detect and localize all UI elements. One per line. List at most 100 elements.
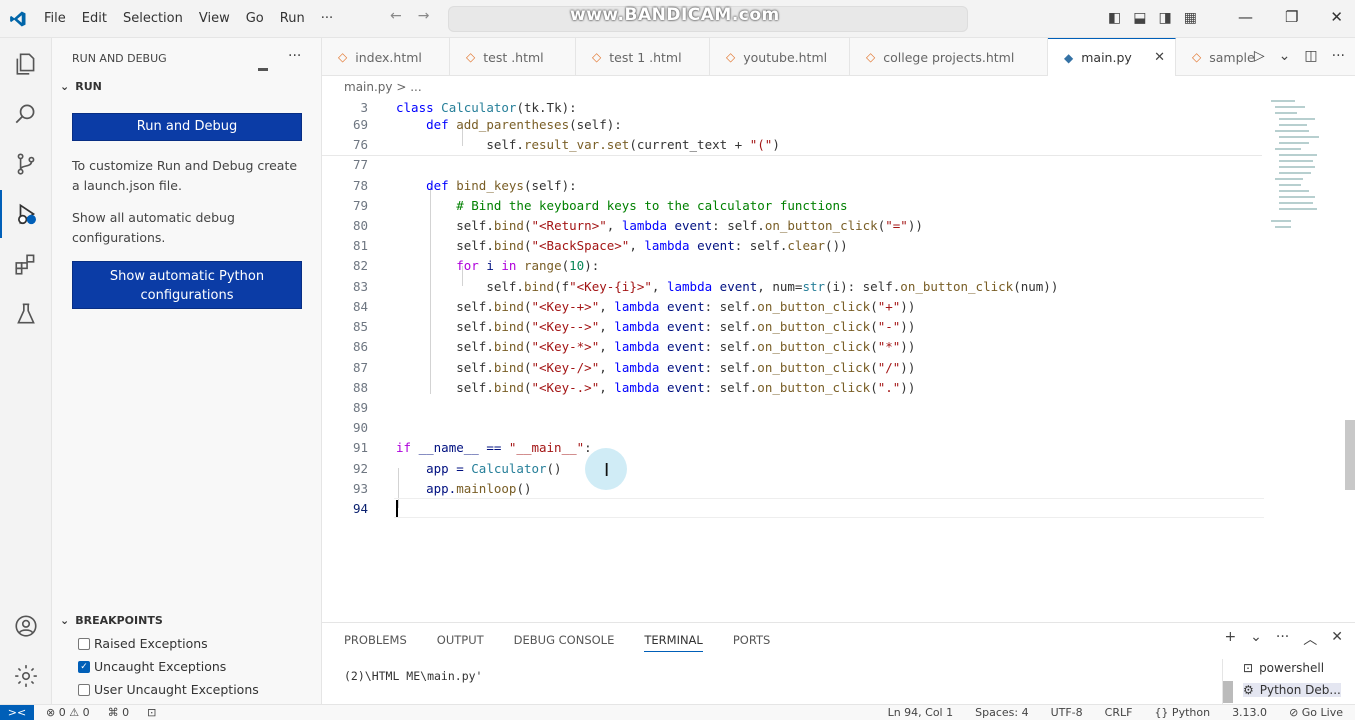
- code-line[interactable]: 82 for i in range(10):: [322, 256, 599, 276]
- tab-index-html[interactable]: ◇ index.html: [322, 38, 450, 76]
- code-line[interactable]: 91 if __name__ == "__main__":: [322, 438, 592, 458]
- code-line[interactable]: 77: [322, 155, 396, 175]
- run-and-debug-icon[interactable]: [0, 190, 52, 238]
- code-line[interactable]: 76 self.result_var.set(current_text + "(…: [322, 135, 780, 155]
- breakpoint-uncaught-exceptions[interactable]: ✓ Uncaught Exceptions: [78, 659, 226, 674]
- line-ending[interactable]: CRLF: [1105, 706, 1133, 719]
- panel-tab-ports[interactable]: PORTS: [733, 633, 770, 652]
- more-actions-icon[interactable]: ···: [1332, 48, 1345, 64]
- code-line[interactable]: 84 self.bind("<Key-+>", lambda event: se…: [322, 297, 915, 317]
- new-terminal-icon[interactable]: +: [1224, 629, 1236, 649]
- customize-layout-icon[interactable]: ▦: [1184, 10, 1197, 26]
- code-line[interactable]: 93 app.mainloop(): [322, 479, 532, 499]
- source-control-icon[interactable]: [0, 140, 52, 188]
- close-tab-icon[interactable]: ✕: [1154, 50, 1165, 65]
- menu-run[interactable]: Run: [272, 11, 313, 26]
- forward-arrow-icon[interactable]: →: [418, 8, 430, 24]
- minimize-icon[interactable]: —: [1238, 8, 1253, 26]
- toggle-secondary-sidebar-icon[interactable]: ◨: [1158, 10, 1171, 26]
- code-line[interactable]: 92 app = Calculator(): [322, 459, 562, 479]
- tab-youtube-html[interactable]: ◇ youtube.html: [710, 38, 850, 76]
- chevron-down-icon[interactable]: ⌄: [1279, 48, 1291, 64]
- breakpoint-user-uncaught-exceptions[interactable]: User Uncaught Exceptions: [78, 682, 259, 697]
- panel-tab-problems[interactable]: PROBLEMS: [344, 633, 407, 652]
- restore-icon[interactable]: ❐: [1285, 8, 1298, 26]
- problems-count[interactable]: ⊗ 0 ⚠ 0: [46, 706, 90, 719]
- split-editor-icon[interactable]: ◫: [1304, 48, 1317, 64]
- terminal-list-scrollbar[interactable]: [1223, 681, 1233, 703]
- tab-sample[interactable]: ◇ sample: [1176, 38, 1260, 76]
- cursor-position[interactable]: Ln 94, Col 1: [888, 706, 954, 719]
- menu-go[interactable]: Go: [238, 11, 272, 26]
- menu-file[interactable]: File: [36, 11, 74, 26]
- breakpoints-header[interactable]: ⌄ BREAKPOINTS: [60, 614, 163, 627]
- panel-tab-terminal[interactable]: TERMINAL: [644, 633, 703, 652]
- chevron-down-icon[interactable]: ⌄: [1250, 629, 1262, 649]
- code-line[interactable]: 81 self.bind("<BackSpace>", lambda event…: [322, 236, 848, 256]
- breadcrumb[interactable]: main.py > ...: [344, 80, 422, 94]
- code-line[interactable]: 83 self.bind(f"<Key-{i}>", lambda event,…: [322, 277, 1058, 297]
- tab-test-1-html[interactable]: ◇ test 1 .html: [576, 38, 710, 76]
- minimap[interactable]: [1267, 98, 1327, 238]
- tab-test-html[interactable]: ◇ test .html: [450, 38, 576, 76]
- close-panel-icon[interactable]: ✕: [1331, 629, 1343, 649]
- ports-count[interactable]: ⌘ 0: [108, 706, 130, 719]
- go-live-button[interactable]: ⊘ Go Live: [1289, 706, 1343, 719]
- code-line[interactable]: 69 def add_parentheses(self):: [322, 115, 622, 135]
- language-mode[interactable]: {} Python: [1154, 706, 1210, 719]
- extensions-icon[interactable]: [0, 240, 52, 288]
- checkbox[interactable]: [78, 683, 90, 696]
- menu-view[interactable]: View: [191, 11, 238, 26]
- checkbox-checked[interactable]: ✓: [78, 660, 90, 673]
- code-line[interactable]: 80 self.bind("<Return>", lambda event: s…: [322, 216, 923, 236]
- collapse-icon[interactable]: [258, 68, 268, 71]
- python-version[interactable]: 3.13.0: [1232, 706, 1267, 719]
- code-line[interactable]: 79 # Bind the keyboard keys to the calcu…: [322, 196, 848, 216]
- menu-selection[interactable]: Selection: [115, 11, 191, 26]
- code-line[interactable]: 89: [322, 398, 396, 418]
- tab-main-py[interactable]: ◆ main.py ✕: [1048, 38, 1176, 76]
- maximize-panel-icon[interactable]: ︿: [1303, 629, 1317, 649]
- back-arrow-icon[interactable]: ←: [390, 8, 402, 24]
- encoding[interactable]: UTF-8: [1051, 706, 1083, 719]
- terminal-item-powershell[interactable]: ⊡ powershell: [1243, 661, 1324, 675]
- close-window-icon[interactable]: ✕: [1330, 8, 1343, 26]
- code-line[interactable]: 88 self.bind("<Key-.>", lambda event: se…: [322, 378, 915, 398]
- code-line[interactable]: 86 self.bind("<Key-*>", lambda event: se…: [322, 337, 915, 357]
- run-and-debug-button[interactable]: Run and Debug: [72, 113, 302, 141]
- code-token: ):: [584, 258, 600, 273]
- code-line[interactable]: 78 def bind_keys(self):: [322, 176, 577, 196]
- editor-scrollbar[interactable]: [1345, 420, 1355, 490]
- accounts-icon[interactable]: [0, 602, 52, 650]
- code-editor[interactable]: 3 class Calculator(tk.Tk): 69 def add_par…: [322, 98, 1355, 622]
- show-python-configurations-button[interactable]: Show automatic Python configurations: [72, 261, 302, 309]
- toggle-panel-icon[interactable]: ⬓: [1133, 10, 1146, 26]
- show-debug-configurations-text[interactable]: Show all automatic debug configurations.: [72, 208, 304, 248]
- run-file-icon[interactable]: ▷: [1254, 48, 1265, 64]
- search-icon[interactable]: [0, 90, 52, 138]
- terminal-item-python-debug[interactable]: ⚙ Python Deb...: [1243, 683, 1341, 697]
- code-line[interactable]: 94: [322, 499, 396, 519]
- checkbox[interactable]: [78, 637, 90, 650]
- explorer-icon[interactable]: [0, 40, 52, 88]
- panel-tab-debug-console[interactable]: DEBUG CONSOLE: [514, 633, 615, 652]
- run-section-header[interactable]: ⌄ RUN: [60, 80, 102, 93]
- manage-gear-icon[interactable]: [0, 652, 52, 700]
- testing-icon[interactable]: [0, 290, 52, 338]
- panel-tab-output[interactable]: OUTPUT: [437, 633, 484, 652]
- sidebar-more-icon[interactable]: ···: [288, 48, 301, 64]
- code-line[interactable]: 87 self.bind("<Key-/>", lambda event: se…: [322, 358, 915, 378]
- menu-edit[interactable]: Edit: [74, 11, 115, 26]
- more-actions-icon[interactable]: ···: [1276, 629, 1289, 649]
- indentation[interactable]: Spaces: 4: [975, 706, 1028, 719]
- breakpoint-raised-exceptions[interactable]: Raised Exceptions: [78, 636, 208, 651]
- terminal-output[interactable]: (2)\HTML ME\main.py': [344, 669, 482, 683]
- toggle-sidebar-icon[interactable]: ◧: [1108, 10, 1121, 26]
- debug-status-icon[interactable]: ⊡: [147, 706, 156, 719]
- remote-indicator-icon[interactable]: ><: [0, 705, 34, 720]
- code-line[interactable]: 85 self.bind("<Key-->", lambda event: se…: [322, 317, 915, 337]
- code-line[interactable]: 90: [322, 418, 396, 438]
- menu-more[interactable]: ···: [313, 11, 341, 26]
- tab-college-projects-html[interactable]: ◇ college projects.html: [850, 38, 1048, 76]
- customize-launch-text[interactable]: To customize Run and Debug create a laun…: [72, 156, 304, 196]
